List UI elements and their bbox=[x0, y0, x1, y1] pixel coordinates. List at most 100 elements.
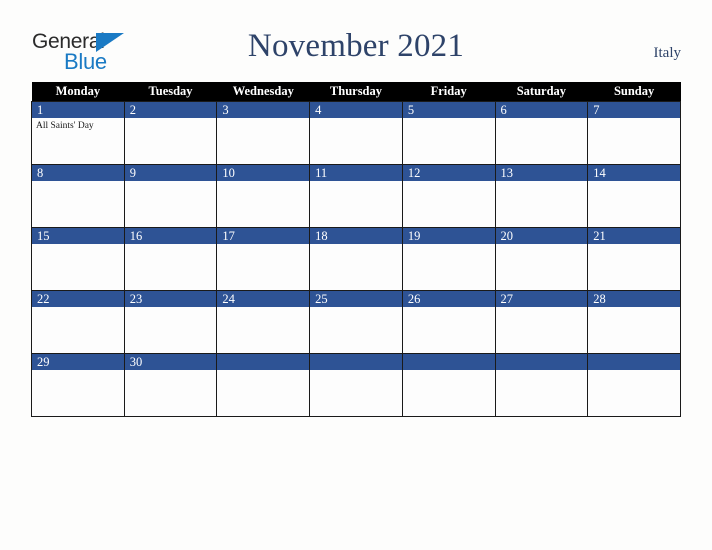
day-cell[interactable]: 21 bbox=[587, 227, 681, 291]
day-events bbox=[403, 244, 495, 247]
day-cell[interactable]: 5 bbox=[401, 101, 496, 165]
day-number: 23 bbox=[124, 291, 217, 307]
day-events bbox=[310, 307, 402, 310]
day-events bbox=[496, 370, 588, 373]
day-number: 26 bbox=[402, 291, 495, 307]
empty-day-cell[interactable] bbox=[216, 353, 311, 417]
day-cell[interactable]: 6 bbox=[494, 101, 589, 165]
day-number bbox=[495, 354, 588, 370]
day-number: 5 bbox=[402, 102, 495, 118]
day-cell[interactable]: 23 bbox=[123, 290, 218, 354]
empty-day-cell[interactable] bbox=[401, 353, 496, 417]
day-cell[interactable]: 2 bbox=[123, 101, 218, 165]
day-cell[interactable]: 16 bbox=[123, 227, 218, 291]
day-events bbox=[32, 370, 124, 373]
day-cell[interactable]: 19 bbox=[401, 227, 496, 291]
calendar-page: General Blue November 2021 Italy Monday T… bbox=[0, 0, 712, 550]
day-cell[interactable]: 22 bbox=[31, 290, 125, 354]
day-cell[interactable]: 26 bbox=[401, 290, 496, 354]
page-header: General Blue November 2021 Italy bbox=[0, 0, 712, 82]
day-events bbox=[32, 244, 124, 247]
weekday-header-sunday: Sunday bbox=[587, 82, 681, 102]
day-cell[interactable]: 30 bbox=[123, 353, 218, 417]
day-number: 9 bbox=[124, 165, 217, 181]
day-cell[interactable]: 7 bbox=[587, 101, 681, 165]
day-cell[interactable]: 1 All Saints' Day bbox=[31, 101, 125, 165]
weekday-header-thursday: Thursday bbox=[309, 82, 403, 102]
empty-day-cell[interactable] bbox=[494, 353, 589, 417]
day-events bbox=[403, 307, 495, 310]
day-events bbox=[588, 181, 680, 184]
day-events bbox=[217, 370, 309, 373]
day-cell[interactable]: 27 bbox=[494, 290, 589, 354]
day-number: 7 bbox=[588, 102, 680, 118]
day-cell[interactable]: 28 bbox=[587, 290, 681, 354]
day-cell[interactable]: 24 bbox=[216, 290, 311, 354]
day-events bbox=[217, 244, 309, 247]
day-number: 13 bbox=[495, 165, 588, 181]
day-events bbox=[496, 244, 588, 247]
day-cell[interactable]: 14 bbox=[587, 164, 681, 228]
empty-day-cell[interactable] bbox=[309, 353, 403, 417]
day-cell[interactable]: 17 bbox=[216, 227, 311, 291]
country-label: Italy bbox=[653, 45, 682, 61]
day-number: 15 bbox=[32, 228, 124, 244]
day-events bbox=[496, 307, 588, 310]
day-cell[interactable]: 3 bbox=[216, 101, 311, 165]
day-events bbox=[496, 181, 588, 184]
calendar-body: 1 All Saints' Day 2 3 4 5 6 7 8 9 10 11 12 13 14 15 16 17… bbox=[31, 101, 681, 417]
day-number: 22 bbox=[32, 291, 124, 307]
day-events bbox=[32, 307, 124, 310]
day-events bbox=[32, 181, 124, 184]
calendar-week-row: 8 9 10 11 12 13 14 bbox=[31, 164, 681, 228]
day-events bbox=[588, 118, 680, 121]
day-events bbox=[310, 244, 402, 247]
day-cell[interactable]: 12 bbox=[401, 164, 496, 228]
calendar-header-row: Monday Tuesday Wednesday Thursday Friday Satu… bbox=[31, 82, 681, 102]
day-events bbox=[125, 181, 217, 184]
day-number: 30 bbox=[124, 354, 217, 370]
day-cell[interactable]: 18 bbox=[309, 227, 403, 291]
holiday-label: All Saints' Day bbox=[36, 121, 94, 131]
day-events bbox=[403, 181, 495, 184]
day-number: 10 bbox=[217, 165, 310, 181]
day-cell[interactable]: 4 bbox=[309, 101, 403, 165]
day-number: 17 bbox=[217, 228, 310, 244]
day-events bbox=[310, 370, 402, 373]
day-events: All Saints' Day bbox=[32, 118, 124, 132]
day-events bbox=[125, 118, 217, 121]
calendar-week-row: 22 23 24 25 26 27 28 bbox=[31, 290, 681, 354]
calendar-week-row: 29 30 bbox=[31, 353, 681, 417]
day-cell[interactable]: 10 bbox=[216, 164, 311, 228]
day-number bbox=[310, 354, 402, 370]
day-cell[interactable]: 8 bbox=[31, 164, 125, 228]
day-events bbox=[125, 370, 217, 373]
day-number: 2 bbox=[124, 102, 217, 118]
weekday-header-tuesday: Tuesday bbox=[124, 82, 217, 102]
day-cell[interactable]: 9 bbox=[123, 164, 218, 228]
day-number: 25 bbox=[310, 291, 402, 307]
empty-day-cell[interactable] bbox=[587, 353, 681, 417]
day-events bbox=[217, 181, 309, 184]
day-events bbox=[496, 118, 588, 121]
day-events bbox=[588, 307, 680, 310]
day-number: 11 bbox=[310, 165, 402, 181]
weekday-header-friday: Friday bbox=[402, 82, 496, 102]
day-cell[interactable]: 29 bbox=[31, 353, 125, 417]
day-events bbox=[403, 370, 495, 373]
day-number: 3 bbox=[217, 102, 310, 118]
day-events bbox=[217, 307, 309, 310]
day-cell[interactable]: 11 bbox=[309, 164, 403, 228]
day-number: 24 bbox=[217, 291, 310, 307]
day-cell[interactable]: 25 bbox=[309, 290, 403, 354]
day-number: 12 bbox=[402, 165, 495, 181]
weekday-header-monday: Monday bbox=[31, 82, 125, 102]
day-events bbox=[588, 370, 680, 373]
day-number: 28 bbox=[588, 291, 680, 307]
day-cell[interactable]: 20 bbox=[494, 227, 589, 291]
calendar-week-row: 1 All Saints' Day 2 3 4 5 6 7 bbox=[31, 101, 681, 165]
day-cell[interactable]: 15 bbox=[31, 227, 125, 291]
day-events bbox=[403, 118, 495, 121]
weekday-header-row: Monday Tuesday Wednesday Thursday Friday Satu… bbox=[31, 82, 681, 102]
day-cell[interactable]: 13 bbox=[494, 164, 589, 228]
